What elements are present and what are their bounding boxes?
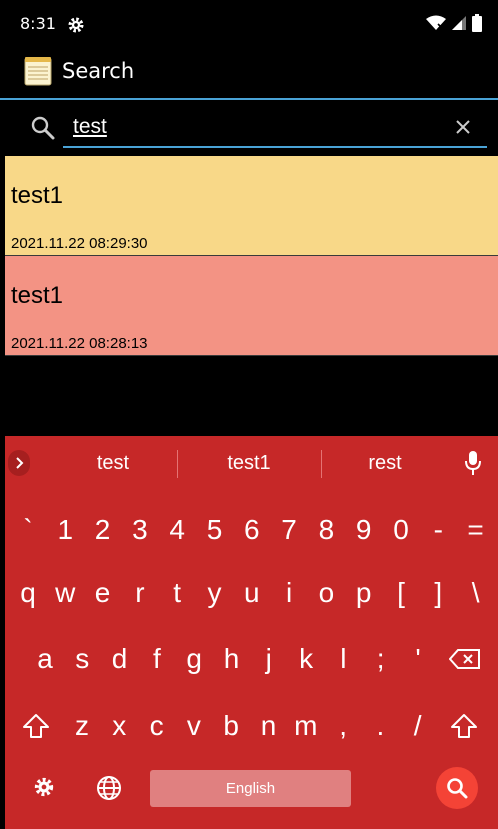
list-item[interactable]: test1 2021.11.22 08:29:30: [5, 156, 498, 256]
key[interactable]: /: [400, 696, 436, 756]
note-title: test1: [11, 282, 64, 309]
search-icon: [447, 778, 468, 799]
status-icons: [426, 14, 482, 32]
suggestion-divider: [177, 450, 178, 478]
key[interactable]: ': [400, 629, 436, 689]
list-item[interactable]: test1 2021.11.22 08:28:13: [5, 256, 498, 356]
shift-arrow-icon: [23, 714, 49, 738]
key[interactable]: 0: [383, 500, 419, 560]
key[interactable]: b: [213, 696, 249, 756]
cell-signal-icon: [452, 16, 466, 30]
key[interactable]: 8: [308, 500, 344, 560]
key[interactable]: e: [85, 563, 121, 623]
key[interactable]: s: [64, 629, 100, 689]
key[interactable]: n: [251, 696, 287, 756]
key[interactable]: ,: [325, 696, 361, 756]
backspace-key[interactable]: [445, 629, 485, 689]
key[interactable]: l: [325, 629, 361, 689]
shift-arrow-icon: [451, 714, 477, 738]
key[interactable]: o: [308, 563, 344, 623]
shift-key-right[interactable]: [447, 696, 481, 756]
keyboard: test test1 rest ` 1 2 3 4 5 6 7 8 9 0- = qwertyuiop…: [5, 436, 498, 829]
keyboard-settings-gear-icon[interactable]: [33, 776, 55, 798]
key[interactable]: 4: [159, 500, 195, 560]
function-row: English: [5, 762, 498, 822]
space-bar[interactable]: English: [150, 770, 351, 807]
note-title: test1: [11, 182, 64, 209]
status-bar: 8:31: [0, 0, 498, 48]
settings-gear-icon: [68, 17, 84, 33]
key[interactable]: 6: [234, 500, 270, 560]
shift-key-left[interactable]: [19, 696, 53, 756]
key[interactable]: g: [176, 629, 212, 689]
key[interactable]: w: [47, 563, 83, 623]
key[interactable]: [: [383, 563, 419, 623]
key[interactable]: `: [10, 500, 46, 560]
key[interactable]: 1: [47, 500, 83, 560]
key[interactable]: t: [159, 563, 195, 623]
suggestion-1[interactable]: test: [51, 452, 175, 475]
key[interactable]: k: [288, 629, 324, 689]
key[interactable]: y: [197, 563, 233, 623]
notepad-app-icon: [24, 57, 52, 86]
key[interactable]: =: [458, 500, 494, 560]
key[interactable]: x: [101, 696, 137, 756]
note-date: 2021.11.22 08:29:30: [11, 235, 148, 252]
key[interactable]: f: [139, 629, 175, 689]
key[interactable]: 3: [122, 500, 158, 560]
search-input[interactable]: [63, 108, 487, 148]
chevron-right-icon: [16, 457, 24, 469]
key[interactable]: p: [346, 563, 382, 623]
status-time: 8:31: [20, 14, 56, 33]
clear-icon[interactable]: [452, 116, 474, 138]
suggestion-2[interactable]: test1: [181, 452, 317, 475]
suggestion-divider: [321, 450, 322, 478]
suggestion-bar: test test1 rest: [5, 436, 498, 492]
key[interactable]: z: [64, 696, 100, 756]
search-row: [0, 100, 498, 156]
results-list: test1 2021.11.22 08:29:30 test1 2021.11.…: [5, 156, 498, 356]
wifi-icon: [426, 15, 446, 30]
backspace-icon: [449, 649, 480, 669]
qwerty-row: q w e r t y u i o p[] \: [5, 563, 498, 623]
home-row: a s d f g h j k l; ': [5, 629, 498, 689]
key[interactable]: i: [271, 563, 307, 623]
key[interactable]: 9: [346, 500, 382, 560]
expand-toolbar-button[interactable]: [8, 450, 30, 476]
key[interactable]: ]: [420, 563, 456, 623]
suggestion-3[interactable]: rest: [325, 452, 445, 475]
key[interactable]: -: [420, 500, 456, 560]
search-icon: [31, 116, 55, 140]
key[interactable]: 7: [271, 500, 307, 560]
key[interactable]: v: [176, 696, 212, 756]
key[interactable]: m: [288, 696, 324, 756]
bottom-letter-row: z x c v b n m,. /: [5, 696, 498, 756]
microphone-icon[interactable]: [463, 450, 483, 476]
key[interactable]: .: [362, 696, 398, 756]
key[interactable]: q: [10, 563, 46, 623]
key[interactable]: 2: [85, 500, 121, 560]
key[interactable]: j: [251, 629, 287, 689]
keyboard-search-button[interactable]: [436, 767, 478, 809]
number-row: ` 1 2 3 4 5 6 7 8 9 0- =: [5, 500, 498, 560]
key[interactable]: u: [234, 563, 270, 623]
key[interactable]: d: [102, 629, 138, 689]
key[interactable]: c: [139, 696, 175, 756]
key[interactable]: 5: [197, 500, 233, 560]
key[interactable]: ;: [363, 629, 399, 689]
key[interactable]: a: [27, 629, 63, 689]
battery-icon: [472, 14, 482, 32]
key[interactable]: h: [214, 629, 250, 689]
key[interactable]: r: [122, 563, 158, 623]
page-title: Search: [62, 59, 135, 83]
note-date: 2021.11.22 08:28:13: [11, 335, 148, 352]
key[interactable]: \: [458, 563, 494, 623]
app-bar: Search: [0, 48, 498, 100]
globe-icon[interactable]: [96, 775, 122, 801]
